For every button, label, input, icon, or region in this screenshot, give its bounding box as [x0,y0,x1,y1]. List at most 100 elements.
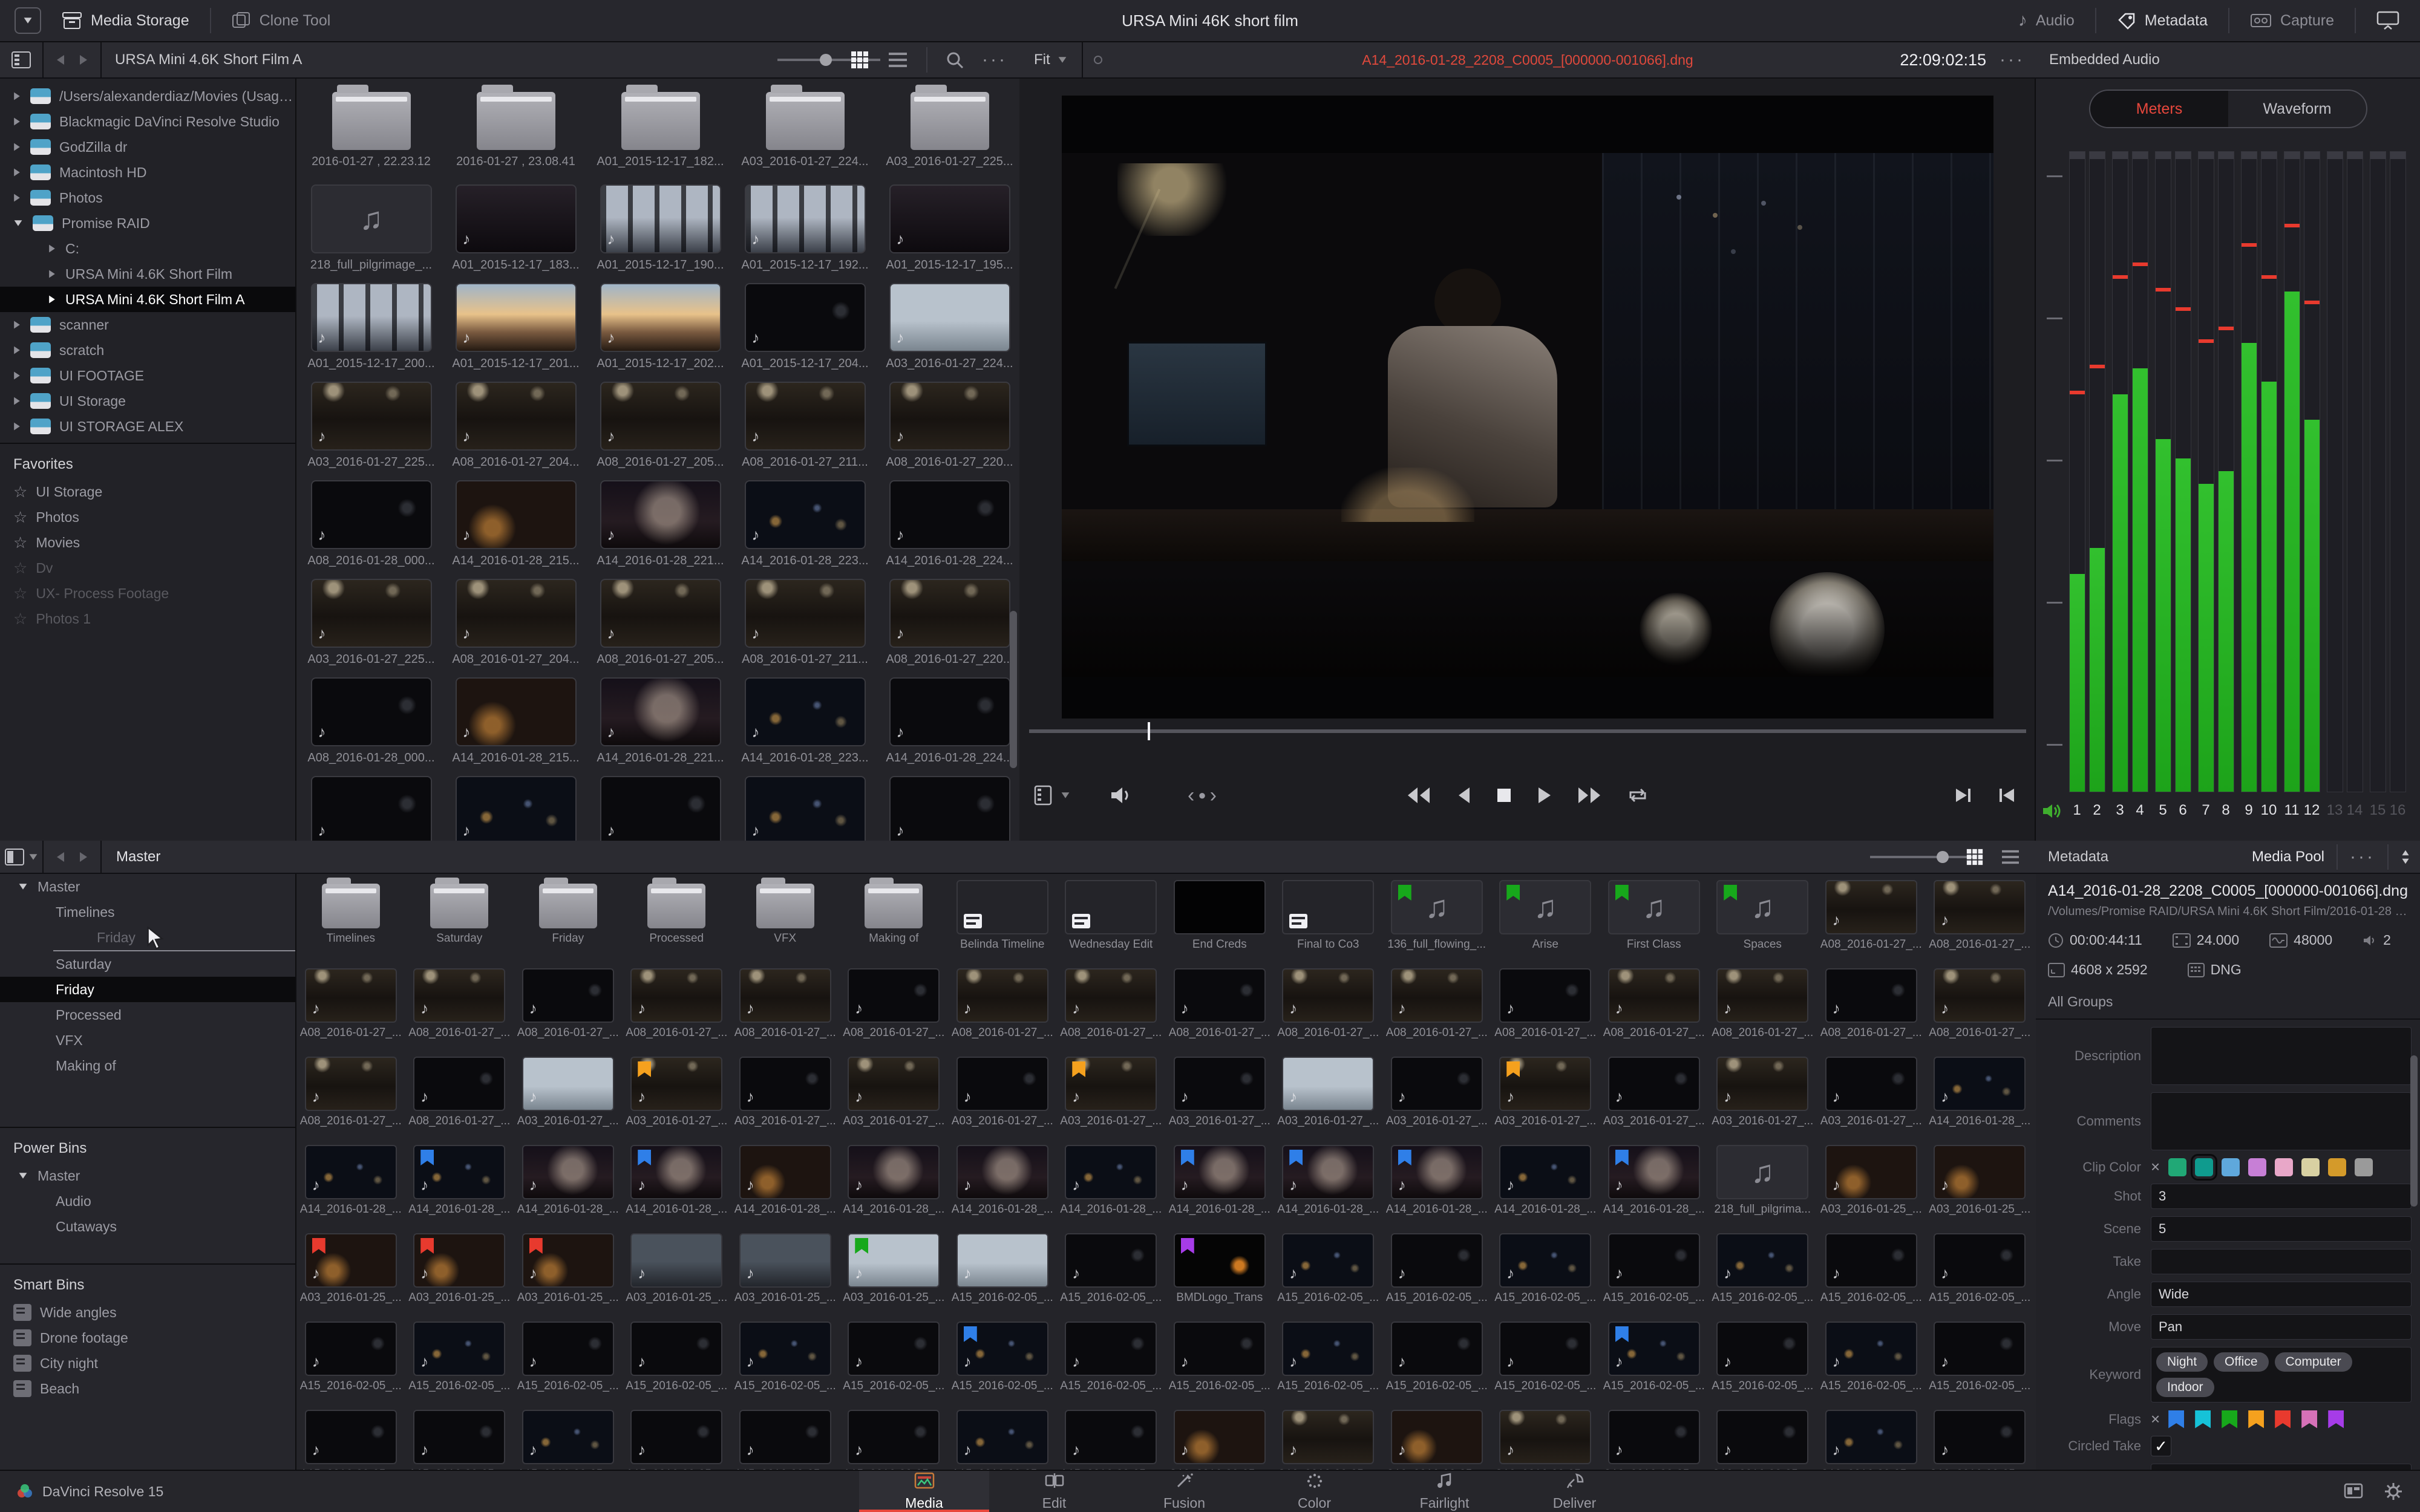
clip-item[interactable]: ♪C12_2016-02-05_... [1817,1404,1926,1470]
clip-item[interactable]: ♪A15_2016-02-05_... [405,1404,514,1470]
keyword-tag[interactable]: Office [2214,1352,2269,1372]
viewer-options-icon[interactable]: ··· [2000,50,2025,70]
clip-item[interactable]: ♪ A03_2016-01-27_... [1491,1051,1600,1139]
clip-item[interactable]: ♪ A14_2016-01-28_... [623,1139,731,1227]
list-view-icon[interactable] [888,51,908,69]
clip-item[interactable]: ♪A15_2016-02-05_... [1491,1227,1600,1315]
clip-item[interactable]: ♪ A14_2016-01-28_... [1382,1139,1491,1227]
chevron-down-icon[interactable] [14,220,22,226]
clip-item[interactable]: ♪ [733,769,877,841]
clip-item[interactable]: ♪A15_2016-02-05_... [1165,1315,1274,1404]
clip-item[interactable]: ♪ A08_2016-01-27_... [948,962,1057,1051]
pool-list-view-icon[interactable] [2001,849,2020,865]
page-tab-color[interactable]: Color [1249,1471,1379,1512]
clip-item[interactable]: ♪ A08_2016-01-27_... [1165,962,1274,1051]
clip-item[interactable]: ♪ A14_2016-01-28_... [1926,1051,2035,1139]
clip-item[interactable]: ♪ A01_2015-12-17_201... [443,276,588,374]
clip-item[interactable]: ♪A15_2016-02-05_... [296,1404,405,1470]
clip-item[interactable]: ♪A15_2016-02-05_... [405,1315,514,1404]
clip-item[interactable]: ♪A15_2016-02-05_... [1926,1227,2035,1315]
chevron-right-icon[interactable] [14,117,20,126]
storage-tree-item[interactable]: scratch [0,337,295,363]
clip-item[interactable]: ♪ A01_2015-12-17_204... [733,276,877,374]
clip-item[interactable]: ♪ A03_2016-01-25_... [731,1227,840,1315]
clip-item[interactable]: ♪ A08_2016-01-27_211... [733,374,877,473]
folder-item[interactable]: A03_2016-01-27_224... [733,79,877,177]
tab-meters[interactable]: Meters [2090,91,2228,127]
step-back-button[interactable] [1455,785,1472,806]
back-button[interactable] [57,55,64,65]
clip-item[interactable]: ♪ A08_2016-01-27_204... [443,374,588,473]
loop-button[interactable] [1626,785,1650,806]
clip-item[interactable]: ♪ A14_2016-01-28_215... [443,473,588,572]
keyword-tag[interactable]: Night [2156,1352,2208,1372]
stop-button[interactable] [1495,785,1513,806]
flag-swatch[interactable] [2275,1410,2291,1429]
keyword-tag[interactable]: Computer [2274,1352,2352,1372]
page-tab-edit[interactable]: Edit [989,1471,1119,1512]
clip-item[interactable]: ♫ 136_full_flowing_... [1382,874,1491,962]
clip-item[interactable]: ♪A15_2016-02-05_... [731,1404,840,1470]
flag-swatch[interactable] [2248,1410,2265,1429]
circled-take-checkbox[interactable]: ✓ [2151,1436,2171,1456]
tab-waveform[interactable]: Waveform [2228,91,2366,127]
clip-item[interactable]: ♪ A03_2016-01-27_225... [299,374,443,473]
bin-item-processed[interactable]: Processed [0,1002,295,1028]
clip-item[interactable]: ♪ A03_2016-01-25_... [1817,1139,1926,1227]
favorite-item[interactable]: ☆ Movies [0,530,295,555]
smart-bin-item[interactable]: City night [0,1351,295,1376]
flag-swatch[interactable] [2222,1410,2238,1429]
bin-back-button[interactable] [57,852,64,862]
clip-item[interactable]: ♪ A14_2016-01-28_... [296,1139,405,1227]
audio-mute-button[interactable] [1109,784,1133,806]
clip-item[interactable]: ♪ A08_2016-01-27_... [731,962,840,1051]
chevron-down-icon[interactable] [19,884,27,890]
storage-tree-item[interactable]: GodZilla dr [0,134,295,160]
folder-item[interactable]: 2016-01-27 , 22.23.12 [299,79,443,177]
storage-tree-item[interactable]: /Users/alexanderdiaz/Movies (Usage: 67%) [0,83,295,109]
clip-item[interactable]: ♪ A03_2016-01-27_... [623,1051,731,1139]
storage-tree-item[interactable]: Promise RAID [0,210,295,236]
clip-item[interactable]: ♪A15_2016-02-05_... [1709,1315,1817,1404]
clip-item[interactable]: ♪ A14_2016-01-28_... [1491,1139,1600,1227]
project-manager-icon[interactable] [2344,1482,2363,1500]
clip-item[interactable]: ♫ 218_full_pilgrimage_... [299,177,443,276]
search-icon[interactable] [946,51,964,69]
clip-item[interactable]: ♪ A14_2016-01-28_... [948,1139,1057,1227]
folder-item[interactable]: Processed [623,874,731,962]
page-tab-fairlight[interactable]: Fairlight [1379,1471,1509,1512]
smart-bin-item[interactable]: Beach [0,1376,295,1401]
clip-item[interactable]: ♪ A03_2016-01-25_... [296,1227,405,1315]
bin-forward-button[interactable] [80,852,87,862]
tab-capture[interactable]: Capture [2229,0,2355,42]
clip-item[interactable]: ♪ A14_2016-01-28_221... [588,670,733,769]
favorite-item[interactable]: ☆ Photos 1 [0,606,295,631]
chevron-down-icon[interactable] [19,1173,27,1179]
clip-item[interactable]: ♪A15_2016-02-05_... [1057,1404,1166,1470]
flag-swatch[interactable] [2328,1410,2344,1429]
clip-item[interactable]: ♪ A14_2016-01-28_... [1165,1139,1274,1227]
video-image[interactable] [1062,153,1993,677]
power-bin-item[interactable]: Audio [0,1188,295,1214]
clear-color-button[interactable]: × [2151,1158,2160,1176]
clip-item[interactable]: ♪ A14_2016-01-28_215... [443,670,588,769]
mark-out-button[interactable] [1997,785,2018,806]
clip-item[interactable]: ♪ A08_2016-01-27_204... [443,572,588,670]
field-input[interactable] [2151,1464,2412,1470]
storage-panel-toggle[interactable] [0,42,44,77]
favorite-item[interactable]: ☆ Dv [0,555,295,581]
clip-item[interactable]: ♪ A08_2016-01-27_220... [877,374,1019,473]
clip-item[interactable]: ♪ A03_2016-01-27_... [1600,1051,1709,1139]
clip-item[interactable]: ♪A15_2016-02-05_... [1817,1227,1926,1315]
folder-item[interactable]: Timelines [296,874,405,962]
tab-audio[interactable]: ♪ Audio [1998,0,2095,42]
chevron-right-icon[interactable] [14,321,20,329]
clip-item[interactable]: ♪ A14_2016-01-28_221... [588,473,733,572]
clip-item[interactable]: Wednesday Edit [1057,874,1166,962]
clip-color-swatch[interactable] [2222,1158,2240,1176]
clip-item[interactable]: ♪ A08_2016-01-27_... [1817,962,1926,1051]
clip-item[interactable]: ♪A15_2016-02-05_... [731,1315,840,1404]
chevron-right-icon[interactable] [14,92,20,100]
metadata-pool-selector[interactable]: Media Pool [2252,849,2324,865]
storage-tree-item[interactable]: C: [0,236,295,261]
